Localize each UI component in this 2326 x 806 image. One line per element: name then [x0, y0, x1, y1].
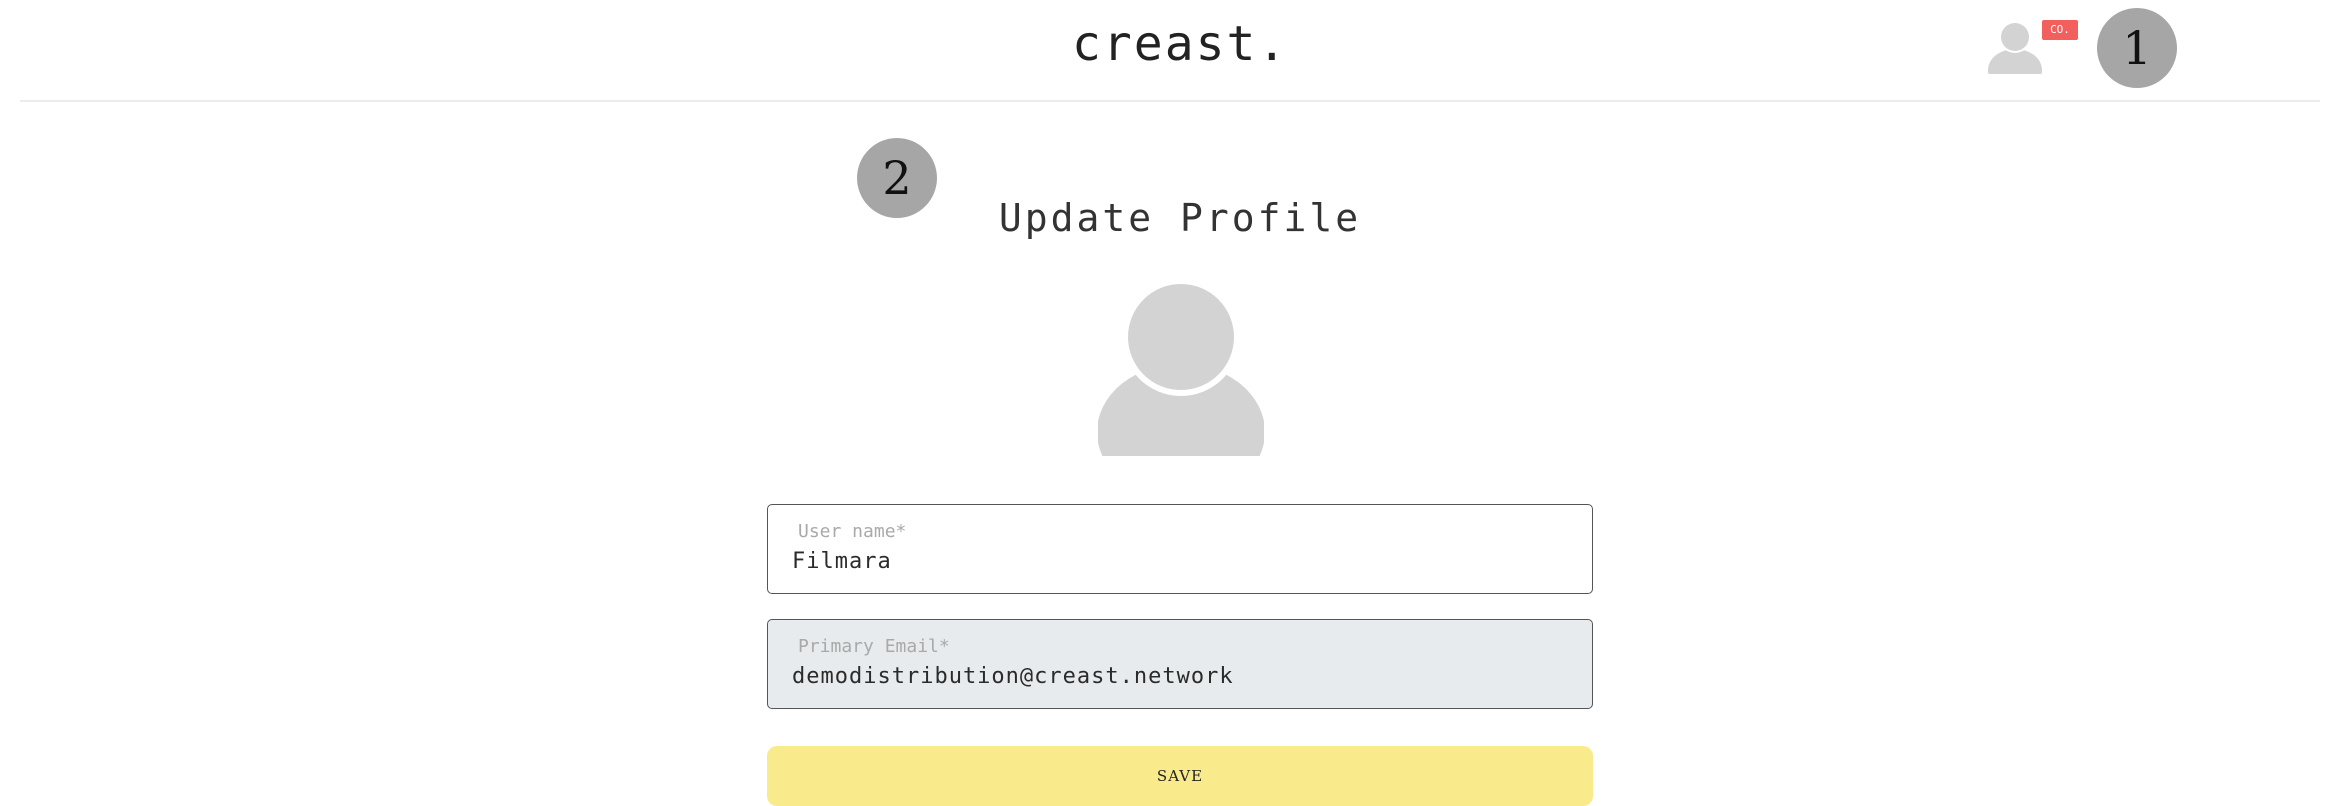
email-label: Primary Email*	[798, 636, 950, 657]
company-badge: CO.	[2042, 20, 2078, 40]
email-field[interactable]: Primary Email*	[767, 619, 1593, 709]
save-button[interactable]: SAVE	[767, 746, 1593, 806]
username-input[interactable]	[792, 549, 1562, 574]
user-avatar-icon	[1988, 21, 2042, 74]
step-marker-1: 1	[2097, 8, 2177, 88]
app-logo[interactable]: creast.	[1072, 16, 1288, 72]
profile-avatar-icon[interactable]	[1098, 282, 1264, 458]
username-field[interactable]: User name*	[767, 504, 1593, 594]
top-header: creast. CO.	[20, 0, 2320, 102]
user-menu-button[interactable]: CO.	[1988, 18, 2084, 78]
page-title: Update Profile	[998, 196, 1362, 240]
email-input[interactable]	[792, 664, 1562, 689]
username-label: User name*	[798, 521, 907, 542]
